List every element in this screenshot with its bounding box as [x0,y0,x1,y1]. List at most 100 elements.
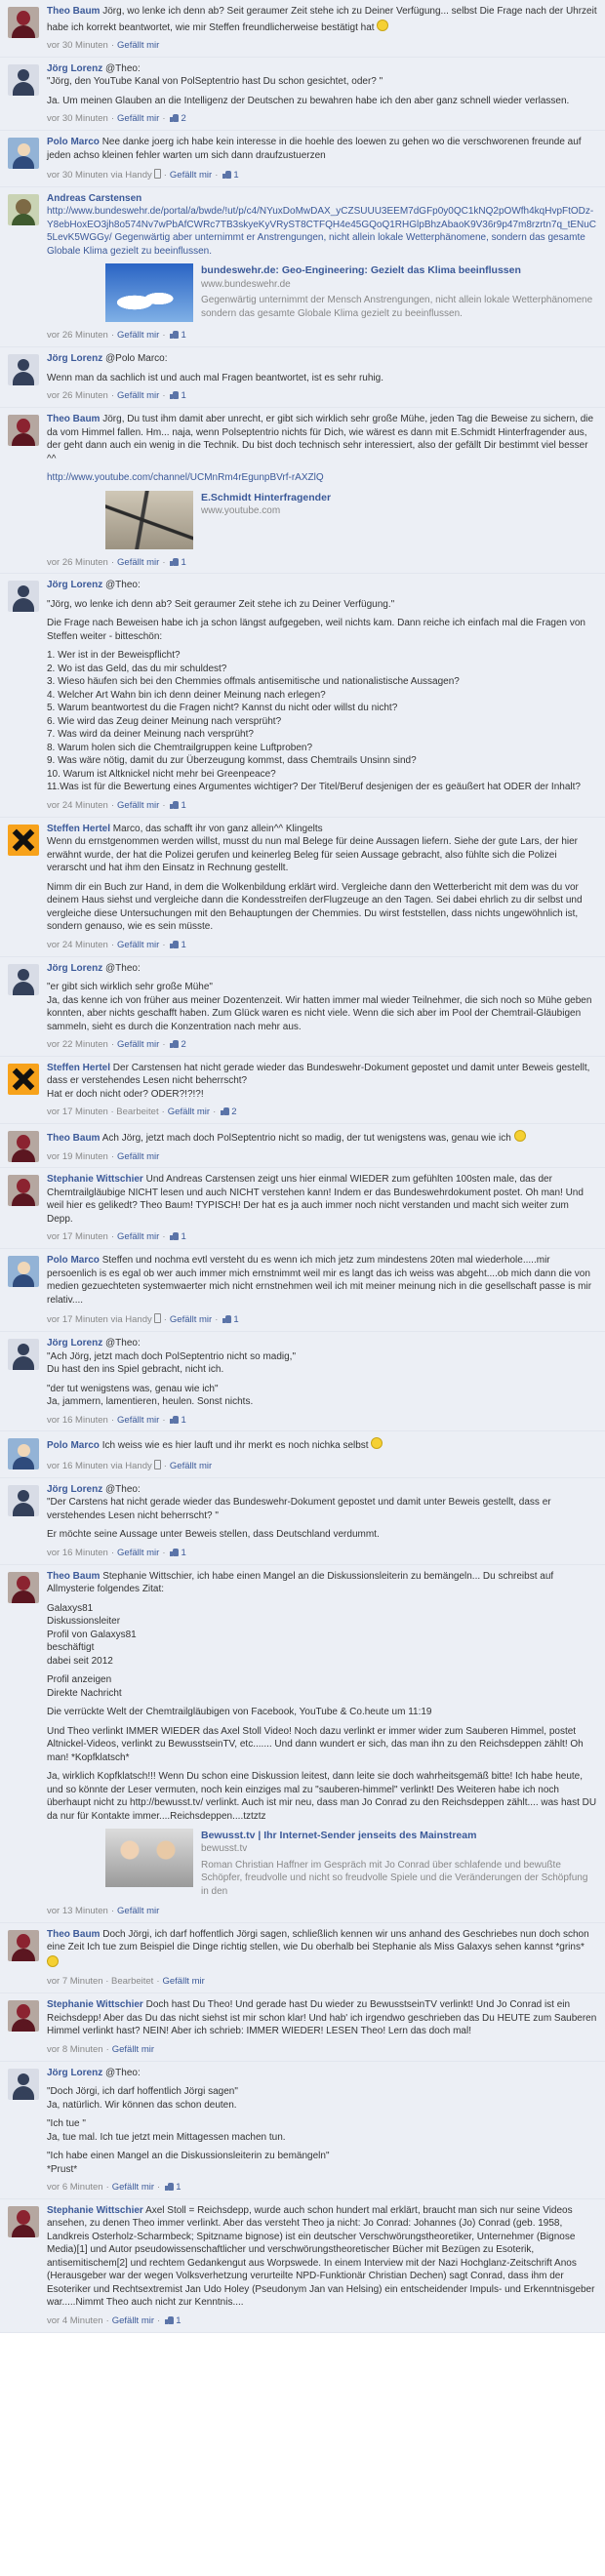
thumbs-up-icon[interactable] [165,2315,175,2324]
thumbs-up-icon[interactable] [170,1415,180,1424]
thumbs-up-icon[interactable] [165,2183,175,2192]
like-count[interactable]: 2 [231,1107,236,1117]
link-preview-title[interactable]: bundeswehr.de: Geo-Engineering: Gezielt … [201,263,597,277]
avatar[interactable] [8,1063,39,1095]
timestamp[interactable]: vor 16 Minuten [47,1548,108,1558]
thumbs-up-icon[interactable] [170,1232,180,1241]
like-button[interactable]: Gefällt mir [112,2044,154,2055]
thumbs-up-icon[interactable] [221,1107,230,1116]
author-link[interactable]: Theo Baum [47,1929,100,1940]
author-link[interactable]: Stephanie Wittschier [47,2205,143,2216]
avatar[interactable] [8,193,39,225]
like-button[interactable]: Gefällt mir [117,557,159,568]
timestamp[interactable]: vor 13 Minuten [47,1906,108,1916]
like-button[interactable]: Gefällt mir [117,940,159,950]
avatar[interactable] [8,963,39,995]
author-link[interactable]: Polo Marco [47,137,100,147]
timestamp[interactable]: vor 16 Minuten via Handy [47,1461,152,1471]
like-button[interactable]: Gefällt mir [112,2315,154,2326]
author-link[interactable]: Polo Marco [47,1255,100,1266]
author-link[interactable]: Theo Baum [47,6,100,17]
timestamp[interactable]: vor 26 Minuten [47,390,108,401]
like-button[interactable]: Gefällt mir [162,1976,204,1987]
thumbs-up-icon[interactable] [170,1040,180,1048]
like-button[interactable]: Gefällt mir [117,330,159,341]
timestamp[interactable]: vor 6 Minuten [47,2182,103,2193]
avatar[interactable] [8,1929,39,1961]
like-button[interactable]: Gefällt mir [117,113,159,124]
avatar[interactable] [8,63,39,96]
timestamp[interactable]: vor 7 Minuten · Bearbeitet [47,1976,153,1987]
timestamp[interactable]: vor 30 Minuten [47,113,108,124]
timestamp[interactable]: vor 4 Minuten [47,2315,103,2326]
timestamp[interactable]: vor 26 Minuten [47,557,108,568]
like-count[interactable]: 1 [181,1231,185,1242]
like-count[interactable]: 1 [181,940,185,950]
like-button[interactable]: Gefällt mir [170,1461,212,1471]
author-link[interactable]: Stephanie Wittschier [47,1999,143,2010]
timestamp[interactable]: vor 24 Minuten [47,940,108,950]
timestamp[interactable]: vor 24 Minuten [47,800,108,811]
author-link[interactable]: Steffen Hertel [47,824,110,834]
timestamp[interactable]: vor 8 Minuten [47,2044,103,2055]
like-button[interactable]: Gefällt mir [117,1231,159,1242]
like-count[interactable]: 1 [181,1548,185,1558]
like-count[interactable]: 2 [181,113,185,124]
link-preview[interactable]: E.Schmidt Hinterfragender www.youtube.com [105,490,597,549]
author-link[interactable]: Theo Baum [47,414,100,424]
avatar[interactable] [8,1339,39,1371]
author-link[interactable]: Andreas Carstensen [47,193,141,204]
thumbs-up-icon[interactable] [170,391,180,400]
author-link[interactable]: Theo Baum [47,1571,100,1582]
avatar[interactable] [8,2068,39,2100]
avatar[interactable] [8,1438,39,1470]
author-link[interactable]: Jörg Lorenz [47,2068,102,2078]
avatar[interactable] [8,354,39,386]
timestamp[interactable]: vor 19 Minuten [47,1151,108,1162]
author-link[interactable]: Jörg Lorenz [47,963,102,974]
timestamp[interactable]: vor 17 Minuten via Handy [47,1314,152,1325]
link-preview-thumbnail[interactable] [105,263,193,323]
timestamp[interactable]: vor 22 Minuten [47,1039,108,1050]
like-count[interactable]: 1 [176,2182,181,2193]
timestamp[interactable]: vor 17 Minuten [47,1231,108,1242]
thumbs-up-icon[interactable] [170,114,180,123]
author-link[interactable]: Jörg Lorenz [47,63,102,74]
timestamp[interactable]: vor 17 Minuten · Bearbeitet [47,1107,159,1117]
like-button[interactable]: Gefällt mir [117,1151,159,1162]
link-preview-title[interactable]: E.Schmidt Hinterfragender [201,491,597,504]
like-button[interactable]: Gefällt mir [117,40,159,51]
link-preview-thumbnail[interactable] [105,490,193,549]
like-button[interactable]: Gefällt mir [170,1314,212,1325]
like-count[interactable]: 1 [181,330,185,341]
thumbs-up-icon[interactable] [170,557,180,566]
timestamp[interactable]: vor 30 Minuten via Handy [47,170,152,181]
link-preview[interactable]: Bewusst.tv | Ihr Internet-Sender jenseit… [105,1829,597,1898]
author-link[interactable]: Theo Baum [47,1133,100,1144]
url-link[interactable]: http://www.youtube.com/channel/UCMnRm4rE… [47,472,324,483]
avatar[interactable] [8,1571,39,1603]
thumbs-up-icon[interactable] [170,331,180,340]
like-button[interactable]: Gefällt mir [117,1548,159,1558]
like-button[interactable]: Gefällt mir [117,1906,159,1916]
avatar[interactable] [8,415,39,447]
like-count[interactable]: 1 [181,1415,185,1426]
thumbs-up-icon[interactable] [170,800,180,809]
author-link[interactable]: Steffen Hertel [47,1063,110,1073]
avatar[interactable] [8,2000,39,2033]
like-button[interactable]: Gefällt mir [117,1039,159,1050]
timestamp[interactable]: vor 26 Minuten [47,330,108,341]
avatar[interactable] [8,7,39,38]
like-count[interactable]: 2 [181,1039,185,1050]
like-count[interactable]: 1 [181,557,185,568]
like-count[interactable]: 1 [233,1314,238,1325]
avatar[interactable] [8,1175,39,1207]
link-preview[interactable]: bundeswehr.de: Geo-Engineering: Gezielt … [105,263,597,323]
like-count[interactable]: 1 [233,170,238,181]
avatar[interactable] [8,581,39,613]
link-preview-title[interactable]: Bewusst.tv | Ihr Internet-Sender jenseit… [201,1829,597,1842]
thumbs-up-icon[interactable] [170,940,180,948]
avatar[interactable] [8,1131,39,1163]
like-count[interactable]: 1 [181,800,185,811]
avatar[interactable] [8,1256,39,1288]
